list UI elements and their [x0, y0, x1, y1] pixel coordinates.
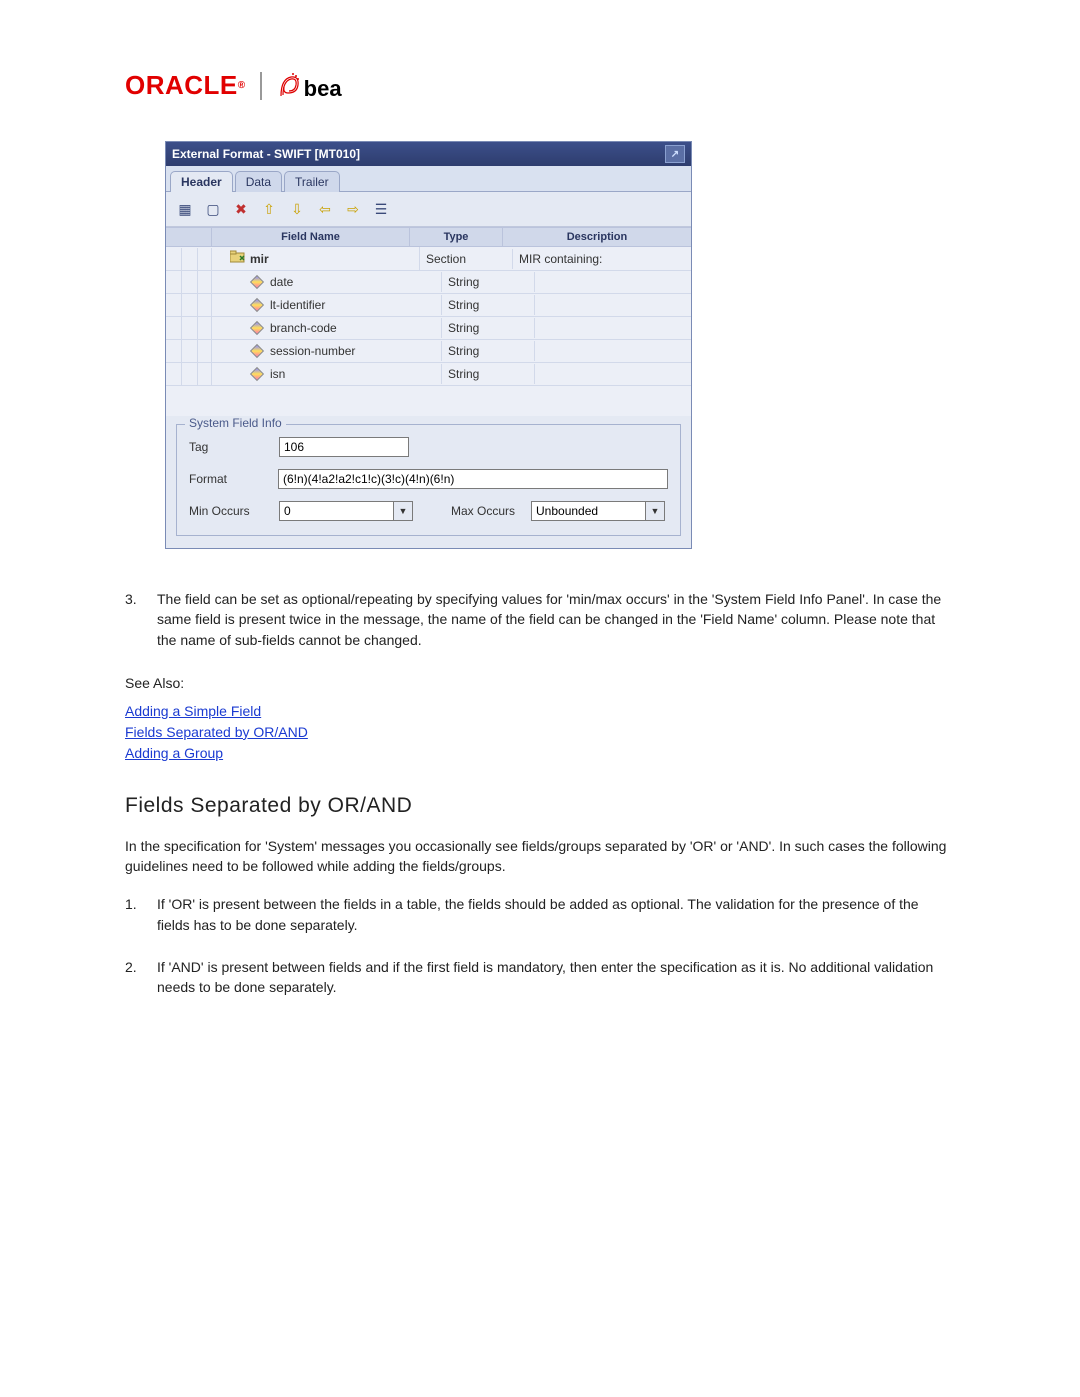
see-also-links: Adding a Simple Field Fields Separated b… [125, 701, 950, 764]
table-row[interactable]: branch-code String [166, 317, 691, 340]
cell-desc [535, 325, 691, 331]
tag-input[interactable] [279, 437, 409, 457]
toolbar: ▦ ▢ ✖ ⇧ ⇩ ⇦ ⇨ ☰ [166, 192, 691, 227]
table-row[interactable]: date String [166, 271, 691, 294]
link-fields-separated[interactable]: Fields Separated by OR/AND [125, 722, 308, 743]
min-occurs-input[interactable] [279, 501, 394, 521]
cell-desc [535, 371, 691, 377]
cell-name: mir [250, 252, 269, 266]
table-row[interactable]: lt-identifier String [166, 294, 691, 317]
oracle-logo: ORACLE® [125, 70, 246, 101]
right-arrow-icon[interactable]: ⇨ [342, 198, 364, 220]
folder-icon [230, 250, 246, 267]
grid-header: Field Name Type Description [166, 227, 691, 247]
logo-row: ORACLE® bea [125, 70, 950, 101]
cell-name: date [270, 275, 293, 289]
diamond-icon [250, 298, 264, 312]
panel-title: External Format - SWIFT [MT010] [172, 147, 360, 161]
cell-type: Section [420, 249, 513, 269]
bea-swirl-icon [276, 71, 302, 101]
delete-icon[interactable]: ✖ [230, 198, 252, 220]
section-intro: In the specification for 'System' messag… [125, 836, 950, 877]
cell-type: String [442, 318, 535, 338]
cell-desc [535, 279, 691, 285]
grid-empty-area [166, 386, 691, 416]
cell-type: String [442, 272, 535, 292]
diamond-icon [250, 321, 264, 335]
link-adding-group[interactable]: Adding a Group [125, 743, 223, 764]
max-occurs-label: Max Occurs [451, 504, 515, 518]
oracle-reg: ® [238, 80, 246, 91]
min-occurs-label: Min Occurs [189, 504, 269, 518]
grid-icon[interactable]: ▦ [174, 198, 196, 220]
new-icon[interactable]: ▢ [202, 198, 224, 220]
system-field-info-panel: System Field Info Tag Format Min Occurs … [176, 424, 681, 536]
list-text: If 'OR' is present between the fields in… [157, 894, 950, 935]
list-number: 1. [125, 894, 147, 935]
external-format-panel: External Format - SWIFT [MT010] ↗ Header… [165, 141, 692, 549]
link-adding-simple-field[interactable]: Adding a Simple Field [125, 701, 261, 722]
cell-name: lt-identifier [270, 298, 325, 312]
col-header-desc: Description [503, 228, 691, 246]
down-arrow-icon[interactable]: ⇩ [286, 198, 308, 220]
logo-separator [260, 72, 262, 100]
panel-titlebar: External Format - SWIFT [MT010] ↗ [166, 142, 691, 166]
cell-name: branch-code [270, 321, 337, 335]
diamond-icon [250, 275, 264, 289]
cell-desc [535, 348, 691, 354]
min-occurs-dropdown-icon[interactable]: ▼ [393, 501, 413, 521]
diamond-icon [250, 367, 264, 381]
tab-data[interactable]: Data [235, 171, 282, 192]
cell-type: String [442, 364, 535, 384]
max-occurs-dropdown-icon[interactable]: ▼ [645, 501, 665, 521]
format-input[interactable] [278, 469, 668, 489]
col-header-type: Type [410, 228, 503, 246]
bea-logo-text: bea [304, 78, 342, 100]
properties-icon[interactable]: ☰ [370, 198, 392, 220]
oracle-logo-text: ORACLE [125, 70, 238, 101]
grid-body: mir Section MIR containing: date String … [166, 247, 691, 416]
tab-row: Header Data Trailer [166, 166, 691, 192]
list-item-2: 2. If 'AND' is present between fields an… [125, 957, 950, 998]
col-header-name: Field Name [212, 228, 410, 246]
cell-name: session-number [270, 344, 355, 358]
titlebar-action-icon[interactable]: ↗ [665, 145, 685, 163]
section-heading: Fields Separated by OR/AND [125, 794, 950, 818]
bea-logo: bea [276, 71, 342, 101]
tab-trailer[interactable]: Trailer [284, 171, 340, 192]
fieldset-legend: System Field Info [185, 416, 286, 430]
format-label: Format [189, 472, 268, 486]
step-text: The field can be set as optional/repeati… [157, 589, 950, 650]
tag-label: Tag [189, 440, 269, 454]
table-row[interactable]: session-number String [166, 340, 691, 363]
see-also-label: See Also: [125, 675, 950, 691]
table-row[interactable]: mir Section MIR containing: [166, 247, 691, 271]
max-occurs-input[interactable] [531, 501, 646, 521]
cell-desc [535, 302, 691, 308]
list-text: If 'AND' is present between fields and i… [157, 957, 950, 998]
cell-desc: MIR containing: [513, 249, 691, 269]
step-number: 3. [125, 589, 147, 650]
cell-name: isn [270, 367, 285, 381]
list-number: 2. [125, 957, 147, 998]
cell-type: String [442, 295, 535, 315]
list-item-1: 1. If 'OR' is present between the fields… [125, 894, 950, 935]
left-arrow-icon[interactable]: ⇦ [314, 198, 336, 220]
cell-type: String [442, 341, 535, 361]
tab-header[interactable]: Header [170, 171, 233, 192]
diamond-icon [250, 344, 264, 358]
up-arrow-icon[interactable]: ⇧ [258, 198, 280, 220]
step-3: 3. The field can be set as optional/repe… [125, 589, 950, 650]
table-row[interactable]: isn String [166, 363, 691, 386]
